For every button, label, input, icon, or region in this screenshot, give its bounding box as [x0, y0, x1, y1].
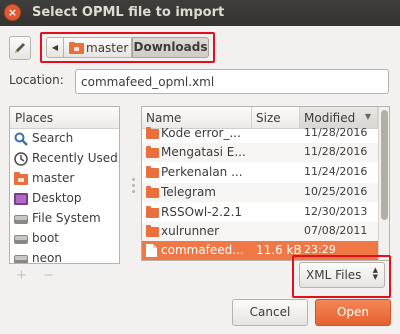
bookmark-controls: + − — [16, 268, 66, 283]
file-type-filter[interactable]: XML Files ▲ ▼ — [299, 262, 385, 288]
file-name: Perkenalan ... — [161, 165, 243, 179]
file-name: RSSOwl-2.2.1 — [161, 205, 243, 219]
folder-icon — [146, 225, 159, 237]
file-row[interactable]: RSSOwl-2.2.1 12/30/2013 — [142, 203, 378, 222]
place-item-label: boot — [32, 231, 60, 245]
title-bar: × Select OPML file to import — [0, 0, 400, 26]
column-header-modified-label: Modified — [304, 111, 356, 125]
home-folder-icon — [14, 172, 28, 185]
place-item-file-system[interactable]: File System — [10, 209, 119, 229]
file-name: Mengatasi E... — [161, 145, 246, 159]
path-crumb-master[interactable]: master — [64, 37, 132, 58]
folder-icon — [146, 186, 159, 198]
window-title: Select OPML file to import — [32, 5, 225, 20]
location-label: Location: — [9, 73, 64, 87]
xml-file-icon — [146, 244, 157, 257]
place-item-label: master — [32, 171, 75, 185]
sort-descending-icon: ▼ — [364, 112, 371, 121]
search-icon — [14, 132, 28, 146]
location-input[interactable] — [75, 69, 389, 94]
places-header: Places — [10, 107, 119, 129]
home-folder-icon — [69, 42, 84, 54]
place-item-label: Desktop — [32, 191, 82, 205]
folder-icon — [146, 127, 159, 139]
file-type-filter-value: XML Files — [306, 268, 362, 282]
drive-icon — [14, 255, 28, 263]
file-list-scrollbar[interactable] — [378, 107, 389, 260]
file-row[interactable]: Mengatasi E... 11/28/2016 — [142, 143, 378, 162]
place-item-desktop[interactable]: Desktop — [10, 189, 119, 209]
open-button[interactable]: Open — [315, 299, 391, 326]
file-modified: 10/25/2016 — [304, 185, 368, 198]
pencil-icon — [15, 43, 25, 53]
file-name: Kode error_... — [161, 126, 241, 140]
file-modified: 11/28/2016 — [304, 126, 368, 139]
file-row[interactable]: Perkenalan ... 11/24/2016 — [142, 163, 378, 182]
splitter-grip — [132, 190, 135, 193]
file-row[interactable]: Telegram 10/25/2016 — [142, 183, 378, 202]
pane-splitter[interactable] — [130, 106, 138, 264]
place-item-neon[interactable]: neon — [10, 249, 119, 264]
place-item-label: Search — [32, 131, 74, 145]
path-crumb-downloads[interactable]: Downloads — [132, 37, 209, 58]
scrollbar-thumb[interactable] — [381, 110, 388, 220]
file-name: xulrunner — [161, 224, 220, 238]
path-back-button[interactable]: ◀ — [46, 37, 64, 58]
file-modified: 12/30/2013 — [304, 205, 368, 218]
updown-arrows-icon: ▲ ▼ — [372, 266, 378, 281]
place-item-search[interactable]: Search — [10, 129, 119, 149]
file-modified: 11/28/2016 — [304, 145, 368, 158]
file-modified: 07/08/2011 — [304, 224, 368, 237]
places-panel: Places Search Recently Used master Deskt… — [9, 106, 120, 264]
remove-bookmark-button[interactable]: − — [43, 268, 54, 283]
add-bookmark-button[interactable]: + — [16, 268, 27, 283]
drive-icon — [14, 235, 28, 244]
place-item-recently-used[interactable]: Recently Used — [10, 149, 119, 169]
file-name: Telegram — [161, 185, 216, 199]
file-name: commafeed... — [161, 243, 244, 257]
path-crumb-master-label: master — [86, 41, 129, 55]
file-row[interactable]: xulrunner 07/08/2011 — [142, 222, 378, 241]
cancel-button[interactable]: Cancel — [232, 299, 308, 326]
place-item-label: File System — [32, 211, 101, 225]
splitter-grip — [132, 184, 135, 187]
desktop-icon — [14, 193, 28, 205]
recent-icon — [14, 152, 28, 166]
place-item-master[interactable]: master — [10, 169, 119, 189]
place-item-label: Recently Used — [32, 151, 118, 165]
folder-icon — [146, 206, 159, 218]
folder-icon — [146, 166, 159, 178]
place-item-boot[interactable]: boot — [10, 229, 119, 249]
place-item-label: neon — [32, 251, 62, 264]
type-location-button[interactable] — [9, 36, 31, 60]
file-list: Name Size Modified ▼ Kode error_... 11/2… — [141, 106, 390, 261]
file-row[interactable]: Kode error_... 11/28/2016 — [142, 124, 378, 143]
splitter-grip — [132, 178, 135, 181]
drive-icon — [14, 215, 28, 224]
close-button[interactable]: × — [4, 4, 21, 21]
file-modified: 11/24/2016 — [304, 165, 368, 178]
folder-icon — [146, 146, 159, 158]
